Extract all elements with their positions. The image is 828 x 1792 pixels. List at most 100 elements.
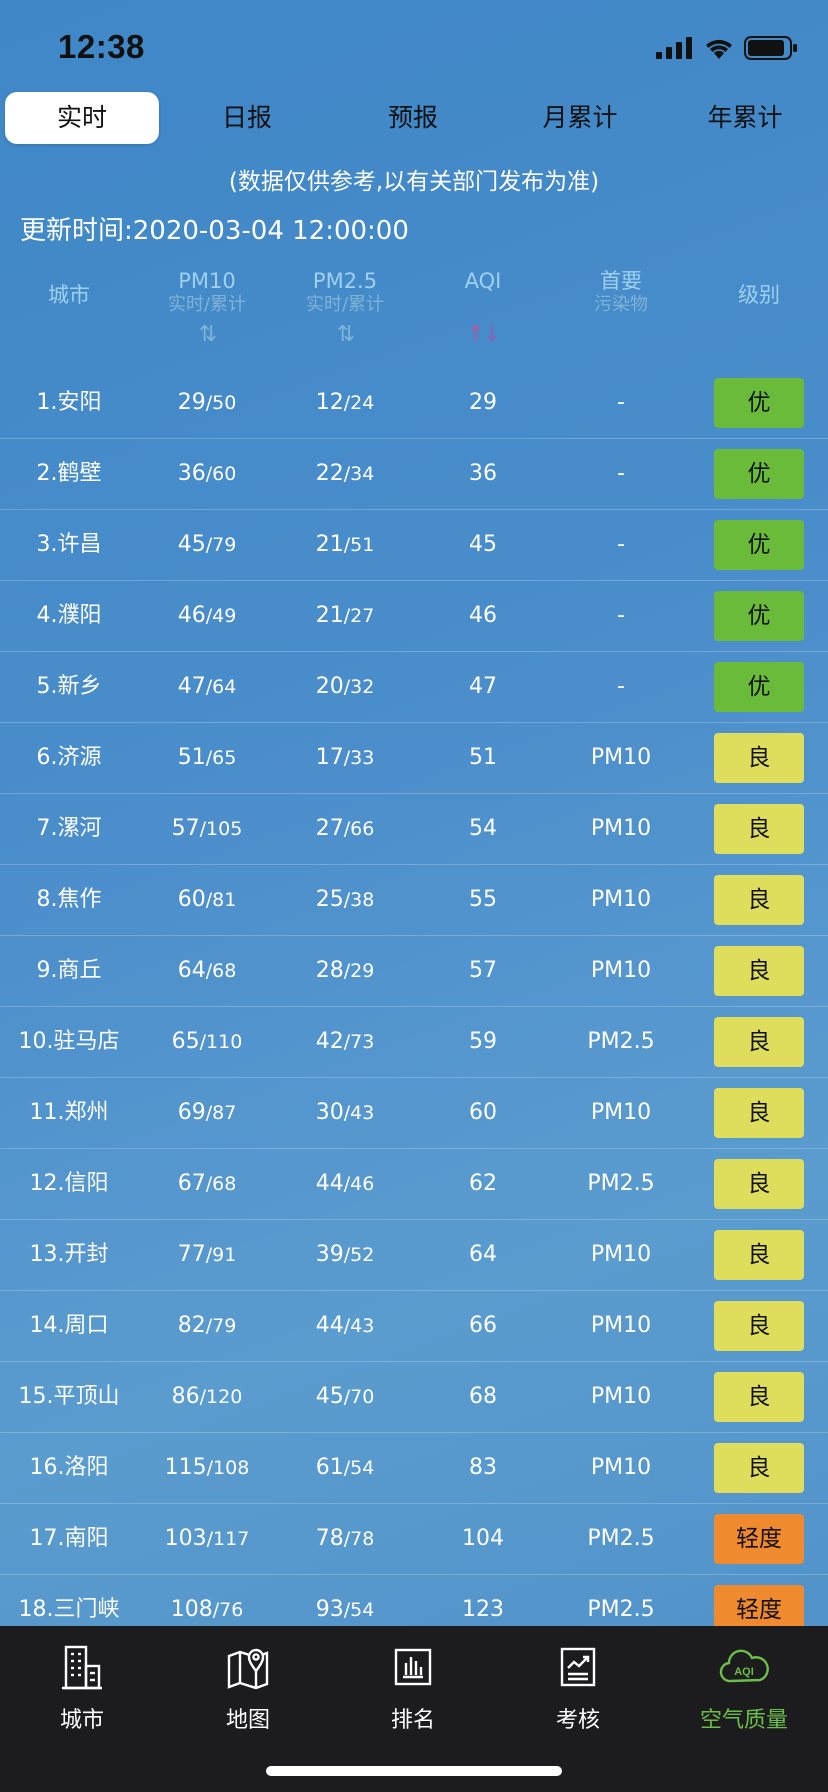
disclaimer-text: (数据仅供参考,以有关部门发布为准) xyxy=(228,169,600,195)
table-row[interactable]: 1.安阳 29/50 12/24 29 - 优 xyxy=(0,368,828,439)
update-time: 更新时间:2020-03-04 12:00:00 xyxy=(20,216,409,246)
header-pm25-sub: 实时/累计 xyxy=(305,294,385,315)
primary-pollutant: PM10 xyxy=(590,1313,652,1338)
table-row[interactable]: 7.漯河 57/105 27/66 54 PM10 良 xyxy=(0,794,828,865)
pm10-value: 67/68 xyxy=(177,1171,237,1196)
pm25-value: 25/38 xyxy=(315,887,375,912)
nav-label-city: 城市 xyxy=(59,1708,104,1733)
aqi-value: 45 xyxy=(469,532,497,557)
table-row[interactable]: 11.郑州 69/87 30/43 60 PM10 良 xyxy=(0,1078,828,1149)
table-row[interactable]: 17.南阳 103/117 78/78 104 PM2.5 轻度 xyxy=(0,1504,828,1575)
city-name: 16.洛阳 xyxy=(29,1455,109,1480)
sort-active-icon[interactable]: ↑↓ xyxy=(414,320,552,350)
pm25-value: 44/43 xyxy=(315,1313,375,1338)
pm25-value: 39/52 xyxy=(315,1242,375,1267)
table-row[interactable]: 6.济源 51/65 17/33 51 PM10 良 xyxy=(0,723,828,794)
city-name: 4.濮阳 xyxy=(36,603,102,628)
table-row[interactable]: 8.焦作 60/81 25/38 55 PM10 良 xyxy=(0,865,828,936)
header-pm10[interactable]: PM10 实时/累计 ⇅ xyxy=(138,268,276,350)
tab-realtime[interactable]: 实时 xyxy=(5,92,159,144)
table-row[interactable]: 14.周口 82/79 44/43 66 PM10 良 xyxy=(0,1291,828,1362)
header-pm10-sub: 实时/累计 xyxy=(167,294,247,315)
table-row[interactable]: 5.新乡 47/64 20/32 47 - 优 xyxy=(0,652,828,723)
aqi-cloud-icon: AQI xyxy=(719,1649,769,1683)
pm10-value: 65/110 xyxy=(171,1029,243,1054)
tab-daily[interactable]: 日报 xyxy=(172,92,322,144)
city-name: 6.济源 xyxy=(36,745,102,770)
level-badge: 良 xyxy=(714,1088,804,1138)
header-primary-sub: 污染物 xyxy=(594,294,648,315)
city-name: 12.信阳 xyxy=(29,1171,109,1196)
table-row[interactable]: 13.开封 77/91 39/52 64 PM10 良 xyxy=(0,1220,828,1291)
nav-item-city[interactable]: 城市 xyxy=(22,1642,142,1734)
level-badge: 良 xyxy=(714,1017,804,1067)
pm25-value: 20/32 xyxy=(315,674,375,699)
aqi-value: 46 xyxy=(469,603,497,628)
table-row[interactable]: 4.濮阳 46/49 21/27 46 - 优 xyxy=(0,581,828,652)
pm10-value: 60/81 xyxy=(177,887,237,912)
tab-forecast[interactable]: 预报 xyxy=(338,92,488,144)
level-badge: 良 xyxy=(714,1372,804,1422)
table-row[interactable]: 3.许昌 45/79 21/51 45 - 优 xyxy=(0,510,828,581)
city-name: 2.鹤壁 xyxy=(36,461,102,486)
header-aqi[interactable]: AQI ↑↓ xyxy=(414,268,552,350)
primary-pollutant: PM10 xyxy=(590,887,652,912)
level-badge: 良 xyxy=(714,946,804,996)
aqi-value: 36 xyxy=(469,461,497,486)
level-badge: 优 xyxy=(714,591,804,641)
sort-icon[interactable]: ⇅ xyxy=(276,320,414,350)
aqi-value: 54 xyxy=(469,816,497,841)
primary-pollutant: - xyxy=(617,674,625,699)
pm10-value: 51/65 xyxy=(177,745,237,770)
level-badge: 轻度 xyxy=(714,1514,804,1564)
pm10-value: 46/49 xyxy=(177,603,237,628)
table-row[interactable]: 2.鹤壁 36/60 22/34 36 - 优 xyxy=(0,439,828,510)
building-icon xyxy=(62,1645,102,1690)
pm25-value: 78/78 xyxy=(315,1526,375,1551)
aqi-value: 55 xyxy=(469,887,497,912)
pm10-value: 115/108 xyxy=(164,1455,250,1480)
primary-pollutant: - xyxy=(617,461,625,486)
header-city: 城市 xyxy=(0,282,138,308)
wifi-icon xyxy=(706,39,732,59)
city-name: 14.周口 xyxy=(29,1313,109,1338)
header-city-label: 城市 xyxy=(48,283,90,307)
pm10-value: 57/105 xyxy=(171,816,243,841)
city-name: 13.开封 xyxy=(29,1242,109,1267)
tab-monthly[interactable]: 月累计 xyxy=(505,92,655,144)
tab-bar: 实时 日报 预报 月累计 年累计 xyxy=(0,90,828,146)
table-row[interactable]: 12.信阳 67/68 44/46 62 PM2.5 良 xyxy=(0,1149,828,1220)
nav-item-assessment[interactable]: 考核 xyxy=(518,1642,638,1734)
table-row[interactable]: 9.商丘 64/68 28/29 57 PM10 良 xyxy=(0,936,828,1007)
primary-pollutant: PM2.5 xyxy=(587,1526,655,1551)
header-level-label: 级别 xyxy=(738,283,780,307)
bar-chart-icon xyxy=(394,1648,432,1686)
tab-yearly[interactable]: 年累计 xyxy=(670,92,820,144)
header-pm25[interactable]: PM2.5 实时/累计 ⇅ xyxy=(276,268,414,350)
status-time: 12:38 xyxy=(58,28,145,65)
pm25-value: 28/29 xyxy=(315,958,375,983)
level-badge: 优 xyxy=(714,520,804,570)
header-primary-label: 首要 xyxy=(600,269,642,293)
nav-item-ranking[interactable]: 排名 xyxy=(353,1642,473,1734)
nav-item-air-quality[interactable]: AQI 空气质量 xyxy=(684,1642,804,1734)
primary-pollutant: PM2.5 xyxy=(587,1171,655,1196)
city-name: 1.安阳 xyxy=(36,390,102,415)
pm25-value: 61/54 xyxy=(315,1455,375,1480)
nav-item-map[interactable]: 地图 xyxy=(188,1642,308,1734)
pm25-value: 21/27 xyxy=(315,603,375,628)
pm25-value: 22/34 xyxy=(315,461,375,486)
aqi-value: 51 xyxy=(469,745,497,770)
table-row[interactable]: 16.洛阳 115/108 61/54 83 PM10 良 xyxy=(0,1433,828,1504)
table-row[interactable]: 10.驻马店 65/110 42/73 59 PM2.5 良 xyxy=(0,1007,828,1078)
city-name: 8.焦作 xyxy=(36,887,102,912)
primary-pollutant: PM10 xyxy=(590,1455,652,1480)
primary-pollutant: PM10 xyxy=(590,1242,652,1267)
header-pm10-label: PM10 xyxy=(178,269,236,293)
level-badge: 良 xyxy=(714,1443,804,1493)
sort-icon[interactable]: ⇅ xyxy=(138,320,276,350)
table-row[interactable]: 15.平顶山 86/120 45/70 68 PM10 良 xyxy=(0,1362,828,1433)
pm25-value: 21/51 xyxy=(315,532,375,557)
aqi-value: 68 xyxy=(469,1384,497,1409)
header-aqi-label: AQI xyxy=(464,269,502,293)
